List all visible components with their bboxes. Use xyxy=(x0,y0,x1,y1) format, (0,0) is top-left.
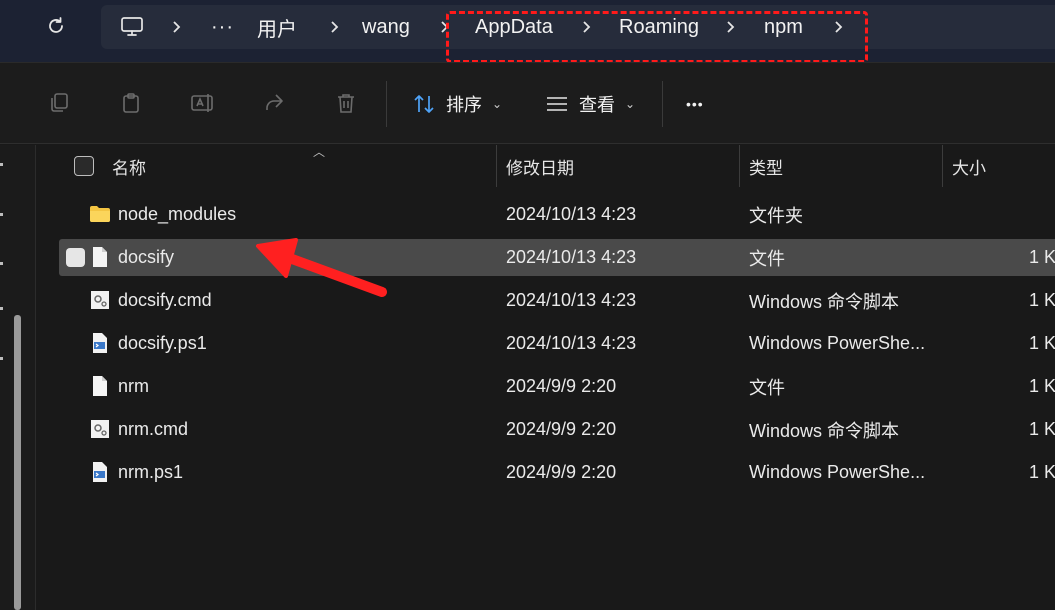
share-button[interactable] xyxy=(260,89,288,117)
nav-marker xyxy=(0,307,3,310)
sort-icon xyxy=(414,95,434,113)
copy-button[interactable] xyxy=(45,89,73,117)
file-date: 2024/10/13 4:23 xyxy=(506,290,637,310)
annotation-arrow-icon xyxy=(256,238,387,297)
command-bar: 排序 ⌄ 查看 ⌄ ••• xyxy=(0,62,1055,144)
file-icon xyxy=(93,247,107,267)
paste-button[interactable] xyxy=(117,89,145,117)
file-row[interactable]: nrm 2024/9/9 2:20 文件 1 K xyxy=(59,368,1055,405)
chevron-down-icon: ⌄ xyxy=(625,97,636,111)
column-divider[interactable] xyxy=(496,145,497,187)
nav-marker xyxy=(0,213,3,216)
scrollbar-thumb[interactable] xyxy=(14,315,21,610)
file-date: 2024/10/13 4:23 xyxy=(506,333,637,353)
refresh-button[interactable] xyxy=(40,10,72,42)
file-row[interactable]: docsify.ps1 2024/10/13 4:23 Windows Powe… xyxy=(59,325,1055,362)
file-size: 1 K xyxy=(1029,419,1055,439)
more-options-button[interactable]: ••• xyxy=(686,85,704,123)
file-size: 1 K xyxy=(1029,333,1055,353)
rename-icon xyxy=(191,94,213,112)
file-type: Windows 命令脚本 xyxy=(749,291,900,312)
file-type: Windows PowerShe... xyxy=(749,462,926,482)
chevron-right-icon xyxy=(330,5,340,49)
file-type: 文件夹 xyxy=(749,205,803,226)
file-row[interactable]: nrm.cmd 2024/9/9 2:20 Windows 命令脚本 1 K xyxy=(59,411,1055,448)
nav-marker xyxy=(0,163,3,166)
breadcrumb-more[interactable]: ··· xyxy=(211,5,234,49)
view-button[interactable]: 查看 ⌄ xyxy=(545,85,635,123)
paste-icon xyxy=(123,93,139,113)
breadcrumb-computer[interactable] xyxy=(120,5,144,49)
select-all-checkbox[interactable] xyxy=(74,156,94,176)
sort-up-icon: ︿ xyxy=(313,145,326,159)
file-date: 2024/9/9 2:20 xyxy=(506,419,617,439)
file-name: nrm xyxy=(118,376,149,396)
view-label: 查看 xyxy=(579,95,615,115)
file-name: docsify.cmd xyxy=(118,290,212,310)
file-date: 2024/9/9 2:20 xyxy=(506,462,617,482)
rename-button[interactable] xyxy=(189,89,217,117)
cmd-script-icon xyxy=(91,420,109,438)
computer-icon xyxy=(121,17,143,36)
file-row[interactable]: docsify.cmd 2024/10/13 4:23 Windows 命令脚本… xyxy=(59,282,1055,319)
file-name: docsify.ps1 xyxy=(118,333,207,353)
powershell-script-icon xyxy=(93,462,107,482)
file-icon xyxy=(93,376,107,396)
cmd-script-icon xyxy=(91,291,109,309)
column-divider[interactable] xyxy=(942,145,943,187)
file-type: 文件 xyxy=(749,377,785,398)
column-size[interactable]: 大小 xyxy=(952,145,986,187)
view-list-icon xyxy=(547,97,567,111)
file-size: 1 K xyxy=(1029,376,1055,396)
file-name: nrm.ps1 xyxy=(118,462,184,482)
copy-icon xyxy=(51,93,68,112)
sort-label: 排序 xyxy=(446,95,482,115)
file-name: docsify xyxy=(118,247,175,267)
file-date: 2024/9/9 2:20 xyxy=(506,376,617,396)
nav-marker xyxy=(0,262,3,265)
chevron-down-icon: ⌄ xyxy=(492,97,503,111)
refresh-icon xyxy=(49,17,63,33)
file-type: Windows PowerShe... xyxy=(749,333,926,353)
file-type: Windows 命令脚本 xyxy=(749,420,900,441)
file-name: node_modules xyxy=(118,204,237,224)
powershell-script-icon xyxy=(93,333,107,353)
column-header: ︿ 名称 修改日期 类型 大小 xyxy=(36,145,1055,187)
column-type[interactable]: 类型 xyxy=(749,145,783,187)
file-row[interactable]: nrm.ps1 2024/9/9 2:20 Windows PowerShe..… xyxy=(59,454,1055,491)
toolbar-divider xyxy=(662,81,663,127)
file-size: 1 K xyxy=(1029,290,1055,310)
breadcrumb-users[interactable]: 用户 xyxy=(257,5,297,49)
breadcrumb-wang[interactable]: wang xyxy=(362,5,410,49)
row-checkbox[interactable] xyxy=(66,248,85,267)
share-icon xyxy=(266,94,283,110)
file-row[interactable]: node_modules 2024/10/13 4:23 文件夹 xyxy=(59,196,1055,233)
chevron-right-icon xyxy=(172,5,182,49)
delete-icon xyxy=(338,94,354,113)
path-highlight-annotation xyxy=(446,11,868,63)
address-bar-region: ··· 用户 wang AppData Roaming npm xyxy=(0,0,1055,63)
column-modified[interactable]: 修改日期 xyxy=(506,145,574,187)
column-name[interactable]: 名称 xyxy=(112,145,146,187)
toolbar-divider xyxy=(386,81,387,127)
nav-marker xyxy=(0,357,3,360)
file-size: 1 K xyxy=(1029,462,1055,482)
file-date: 2024/10/13 4:23 xyxy=(506,247,637,267)
file-row-selected[interactable]: docsify 2024/10/13 4:23 文件 1 K xyxy=(59,239,1055,276)
file-type: 文件 xyxy=(749,248,785,269)
column-divider[interactable] xyxy=(739,145,740,187)
file-name: nrm.cmd xyxy=(118,419,189,439)
sort-button[interactable]: 排序 ⌄ xyxy=(412,85,502,123)
delete-button[interactable] xyxy=(332,89,360,117)
navigation-pane xyxy=(0,145,36,610)
file-size: 1 K xyxy=(1029,247,1055,267)
folder-icon xyxy=(90,206,110,222)
file-date: 2024/10/13 4:23 xyxy=(506,204,637,224)
